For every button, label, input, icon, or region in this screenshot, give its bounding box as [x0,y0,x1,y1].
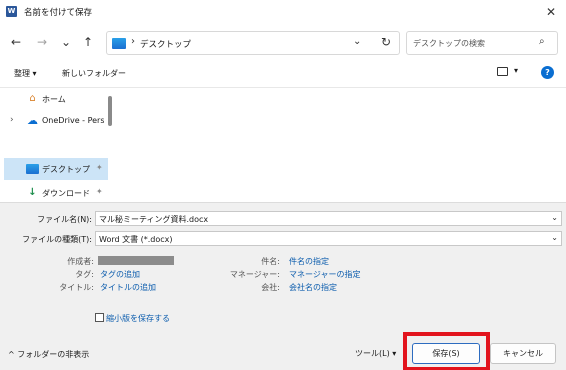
nav-item-label: ダウンロード [42,189,90,198]
manager-label: マネージャー: [229,270,280,279]
help-icon[interactable]: ? [541,66,554,79]
breadcrumb-desktop[interactable]: デスクトップ [140,38,191,50]
title-input[interactable]: タイトルの追加 [100,282,156,293]
author-label: 作成者: [67,257,94,266]
forward-button[interactable]: → [34,34,50,50]
expand-chevron-icon[interactable]: › [10,115,14,125]
title-label: タイトル: [59,283,94,292]
save-thumbnail-label[interactable]: 縮小版を保存する [106,313,170,324]
filetype-value: Word 文書 (*.docx) [99,235,173,244]
tools-menu[interactable]: ツール(L) ▾ [355,348,396,359]
filetype-select[interactable]: Word 文書 (*.docx) ⌄ [95,231,562,246]
search-placeholder: デスクトップの検索 [413,39,485,48]
nav-scrollbar[interactable] [108,96,112,126]
cloud-icon: ☁ [27,114,38,127]
nav-item-label: OneDrive - Perso [42,116,104,125]
nav-item-desktop[interactable]: デスクトップ ✦ [4,158,108,180]
nav-item-onedrive[interactable]: › ☁ OneDrive - Perso [4,110,108,132]
filename-field[interactable]: マル秘ミーティング資料.docx ⌄ [95,211,562,226]
window-title: 名前を付けて保存 [24,8,93,18]
chevron-down-icon[interactable]: ⌄ [551,213,558,222]
up-button[interactable]: ↑ [80,34,96,50]
file-list[interactable] [120,88,566,202]
pin-icon: ✦ [96,187,103,196]
recent-locations-button[interactable]: ⌄ [58,34,74,50]
new-folder-button[interactable]: 新しいフォルダー [62,68,126,79]
home-icon: ⌂ [29,93,36,104]
company-input[interactable]: 会社名の指定 [289,282,337,293]
filename-value: マル秘ミーティング資料.docx [99,215,209,224]
breadcrumb-separator[interactable]: › [131,36,135,47]
address-dropdown-icon[interactable]: ⌄ [353,36,361,47]
nav-item-label: ホーム [42,95,66,104]
manager-input[interactable]: マネージャーの指定 [289,269,360,280]
company-label: 会社: [261,283,280,292]
pin-icon: ✦ [96,163,103,172]
desktop-icon [26,164,39,174]
organize-menu[interactable]: 整理 ▾ [14,68,37,79]
navigation-pane: ⌂ ホーム › ☁ OneDrive - Perso デスクトップ ✦ ↓ ダウ… [0,88,118,202]
download-icon: ↓ [28,187,37,198]
nav-item-label: デスクトップ [42,165,90,174]
view-dropdown-icon[interactable]: ▾ [514,66,518,75]
nav-item-downloads[interactable]: ↓ ダウンロード ✦ [4,182,108,204]
filename-label: ファイル名(N): [37,215,92,224]
chevron-down-icon[interactable]: ⌄ [551,233,558,242]
cancel-button[interactable]: キャンセル [490,343,556,364]
view-options-icon[interactable] [497,67,508,76]
close-button[interactable]: ✕ [540,2,562,22]
title-bar: W 名前を付けて保存 ✕ [0,0,566,24]
command-bar: 整理 ▾ 新しいフォルダー ▾ ? [0,60,566,88]
desktop-folder-icon [112,38,126,49]
save-thumbnail-checkbox[interactable] [95,313,104,322]
refresh-icon[interactable]: ↻ [381,35,391,49]
filetype-label: ファイルの種類(T): [22,235,92,244]
back-button[interactable]: ← [8,34,24,50]
nav-item-home[interactable]: ⌂ ホーム [4,88,108,110]
save-options-pane: ファイル名(N): マル秘ミーティング資料.docx ⌄ ファイルの種類(T):… [0,202,566,370]
word-app-icon: W [6,6,17,17]
address-bar[interactable]: › デスクトップ ⌄ ↻ [106,31,400,55]
subject-input[interactable]: 件名の指定 [289,256,329,267]
save-highlight-annotation [403,332,490,370]
subject-label: 件名: [261,257,280,266]
author-value[interactable] [98,256,174,265]
navigation-bar: ← → ⌄ ↑ › デスクトップ ⌄ ↻ デスクトップの検索 ⌕ [0,24,566,60]
search-input[interactable]: デスクトップの検索 ⌕ [406,31,558,55]
tags-input[interactable]: タグの追加 [100,269,140,280]
search-icon[interactable]: ⌕ [539,36,545,47]
hide-folders-button[interactable]: ^ フォルダーの非表示 [8,349,89,360]
tags-label: タグ: [75,270,94,279]
